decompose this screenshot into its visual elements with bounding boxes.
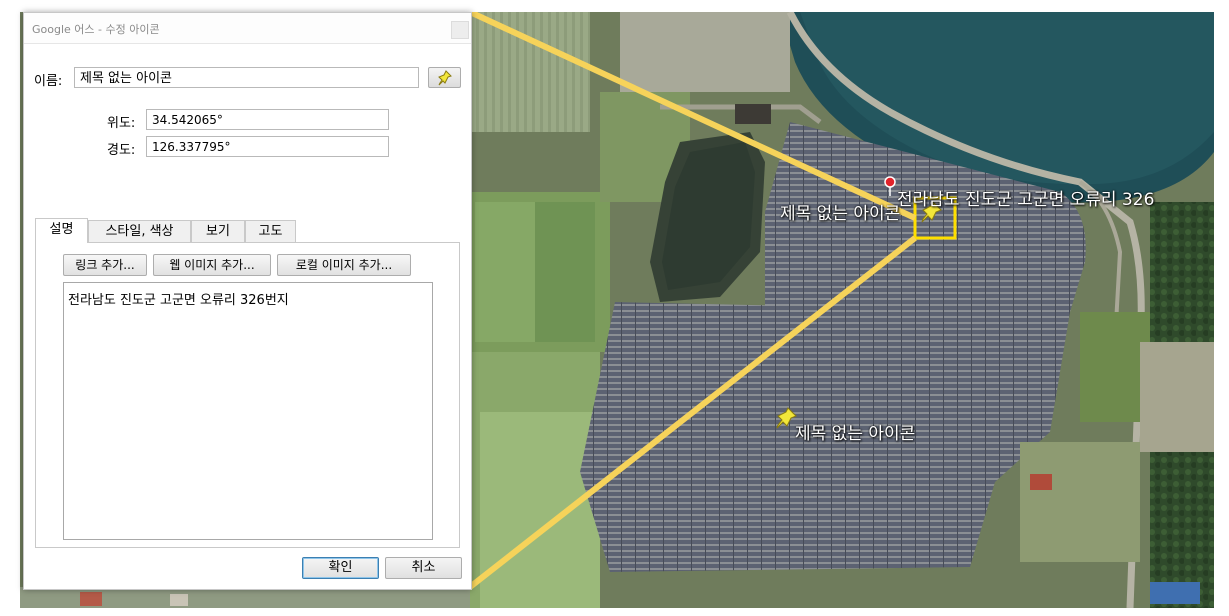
ok-button[interactable]: 확인 — [302, 557, 379, 579]
lower-placemark-label[interactable]: 제목 없는 아이콘 — [795, 419, 915, 444]
add-web-image-button[interactable]: 웹 이미지 추가... — [153, 254, 271, 276]
add-link-button[interactable]: 링크 추가... — [63, 254, 147, 276]
name-input[interactable]: 제목 없는 아이콘 — [74, 67, 419, 88]
description-textarea[interactable]: 전라남도 진도군 고군면 오류리 326번지 — [63, 282, 433, 540]
edit-placemark-dialog: Google 어스 - 수정 아이콘 이름: 제목 없는 아이콘 위도: 34.… — [23, 12, 472, 590]
add-local-image-button[interactable]: 로컬 이미지 추가... — [277, 254, 411, 276]
name-label: 이름: — [34, 74, 63, 89]
cancel-button[interactable]: 취소 — [385, 557, 462, 579]
address-placemark-label[interactable]: 전라남도 진도군 고군면 오류리 326 — [897, 185, 1154, 210]
longitude-label: 경도: — [107, 143, 136, 158]
tab-style-color[interactable]: 스타일, 색상 — [88, 220, 191, 242]
pushpin-icon — [438, 70, 452, 86]
tab-description[interactable]: 설명 — [35, 218, 88, 243]
tab-view[interactable]: 보기 — [191, 220, 245, 242]
dialog-titlebar[interactable]: Google 어스 - 수정 아이콘 — [24, 13, 471, 44]
latitude-label: 위도: — [107, 116, 136, 131]
latitude-input[interactable]: 34.542065° — [146, 109, 389, 130]
selected-placemark-label[interactable]: 제목 없는 아이콘 — [780, 199, 900, 224]
tab-altitude[interactable]: 고도 — [245, 220, 296, 242]
close-icon[interactable] — [451, 21, 469, 39]
longitude-input[interactable]: 126.337795° — [146, 136, 389, 157]
icon-style-button[interactable] — [428, 67, 461, 88]
dialog-title: Google 어스 - 수정 아이콘 — [32, 23, 160, 36]
